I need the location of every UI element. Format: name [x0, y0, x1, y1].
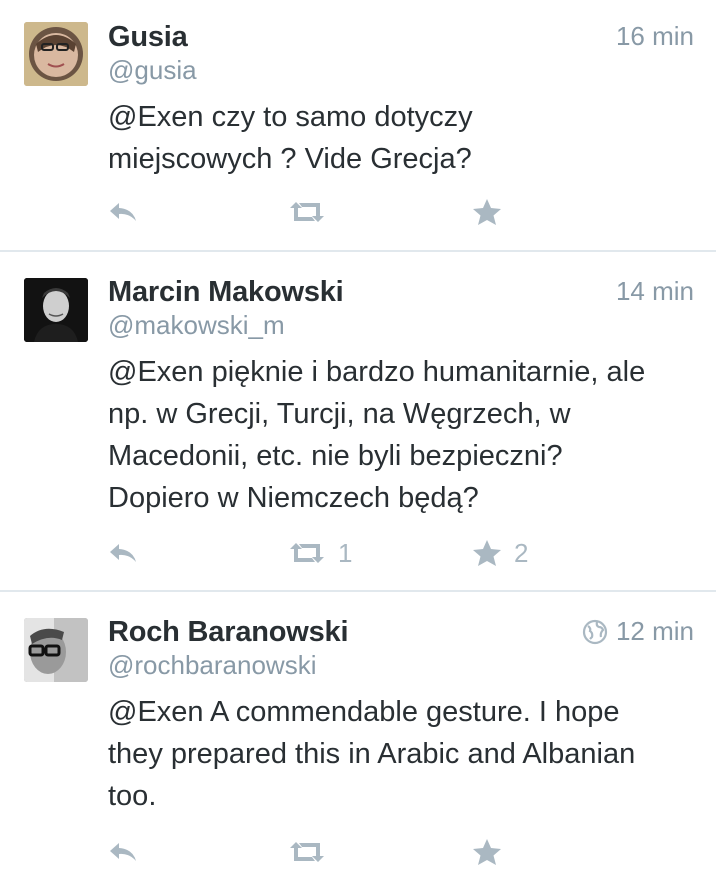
favorite-button[interactable] — [472, 195, 502, 229]
tweet-text-line: Dopiero w Niemczech będą? — [108, 482, 479, 514]
avatar[interactable] — [24, 22, 88, 86]
retweet-icon — [290, 543, 324, 563]
timestamp: 14 min — [616, 276, 694, 307]
user-name[interactable]: Marcin Makowski — [108, 276, 344, 309]
tweet-actions: 1 2 — [0, 536, 716, 570]
timestamp-label: 12 min — [615, 616, 694, 646]
user-handle[interactable]: @gusia — [108, 55, 197, 86]
tweet-text-line: np. w Grecji, Turcji, na Węgrzech, w — [108, 398, 571, 430]
reply-button[interactable] — [108, 536, 138, 570]
favorite-button[interactable]: 2 — [472, 536, 528, 570]
star-icon — [473, 540, 501, 566]
tweet-text-line: @Exen czy to samo dotyczy — [108, 101, 473, 133]
tweet-text: @Exen czy to samo dotyczy miejscowych ? … — [108, 96, 698, 180]
retweet-count: 1 — [338, 537, 353, 568]
tweet-text-line: Macedonii, etc. nie byli bezpieczni? — [108, 440, 563, 472]
tweet-text: @Exen A commendable gesture. I hope they… — [108, 691, 698, 817]
favorite-count: 2 — [514, 537, 529, 568]
tweet-text-line: @Exen pięknie i bardzo humanitarnie, ale — [108, 356, 646, 388]
user-name[interactable]: Roch Baranowski — [108, 616, 349, 649]
reply-button[interactable] — [108, 195, 138, 229]
globe-icon — [582, 619, 608, 644]
avatar[interactable] — [24, 278, 88, 342]
favorite-button[interactable] — [472, 835, 502, 869]
reply-icon — [110, 843, 136, 861]
tweet-text: @Exen pięknie i bardzo humanitarnie, ale… — [108, 351, 698, 519]
timestamp: 12 min — [582, 616, 694, 647]
star-icon — [473, 839, 501, 865]
retweet-button[interactable]: 1 — [288, 536, 352, 570]
tweet-text-line: @Exen A commendable gesture. I hope — [108, 696, 620, 728]
retweet-button[interactable] — [288, 195, 326, 229]
tweet-item[interactable]: Gusia @gusia 16 min @Exen czy to samo do… — [0, 0, 716, 250]
reply-button[interactable] — [108, 835, 138, 869]
reply-icon — [110, 203, 136, 221]
tweet-text-line: too. — [108, 780, 157, 812]
tweet-item[interactable]: Roch Baranowski @rochbaranowski 12 min @… — [0, 592, 716, 882]
user-name[interactable]: Gusia — [108, 21, 188, 54]
tweet-text-line: miejscowych ? Vide Grecja? — [108, 143, 472, 175]
star-icon — [473, 199, 501, 225]
reply-icon — [110, 544, 136, 562]
avatar[interactable] — [24, 618, 88, 682]
tweet-actions — [0, 835, 716, 869]
user-handle[interactable]: @makowski_m — [108, 310, 285, 341]
timestamp-label: 16 min — [615, 21, 694, 51]
user-handle[interactable]: @rochbaranowski — [108, 650, 316, 681]
tweet-text-line: they prepared this in Arabic and Albania… — [108, 738, 636, 770]
retweet-icon — [290, 202, 324, 222]
tweet-item[interactable]: Marcin Makowski @makowski_m 14 min @Exen… — [0, 252, 716, 590]
timestamp: 16 min — [616, 21, 694, 52]
tweet-actions — [0, 195, 716, 229]
retweet-icon — [290, 842, 324, 862]
retweet-button[interactable] — [288, 835, 326, 869]
timestamp-label: 14 min — [615, 276, 694, 306]
